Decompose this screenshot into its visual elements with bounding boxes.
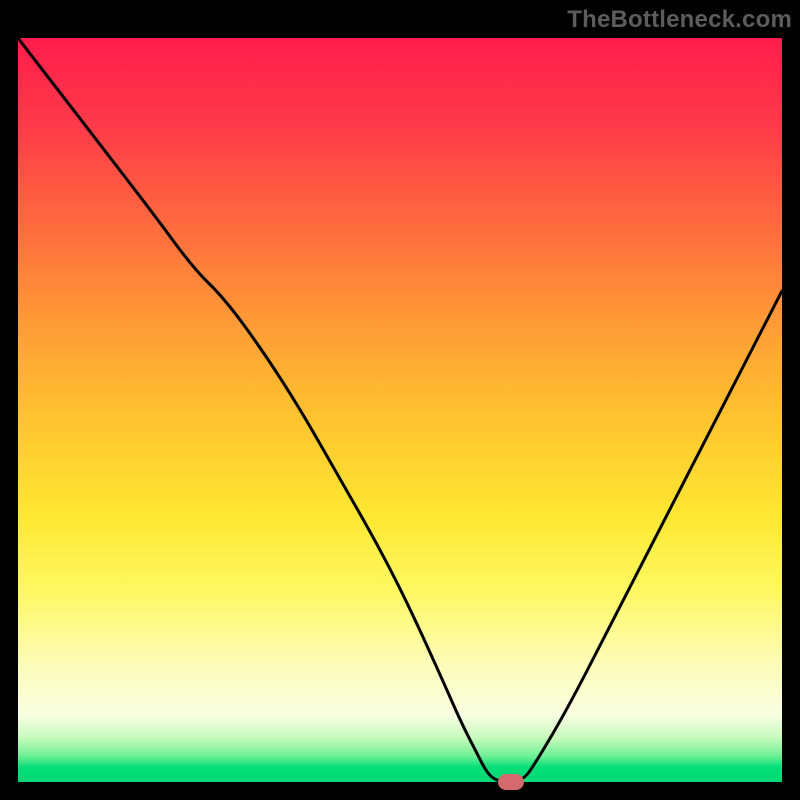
chart-frame: TheBottleneck.com	[0, 0, 800, 800]
watermark-text: TheBottleneck.com	[567, 6, 792, 34]
bottleneck-curve	[18, 38, 782, 782]
plot-area	[18, 38, 782, 782]
optimal-point-marker	[498, 774, 524, 790]
